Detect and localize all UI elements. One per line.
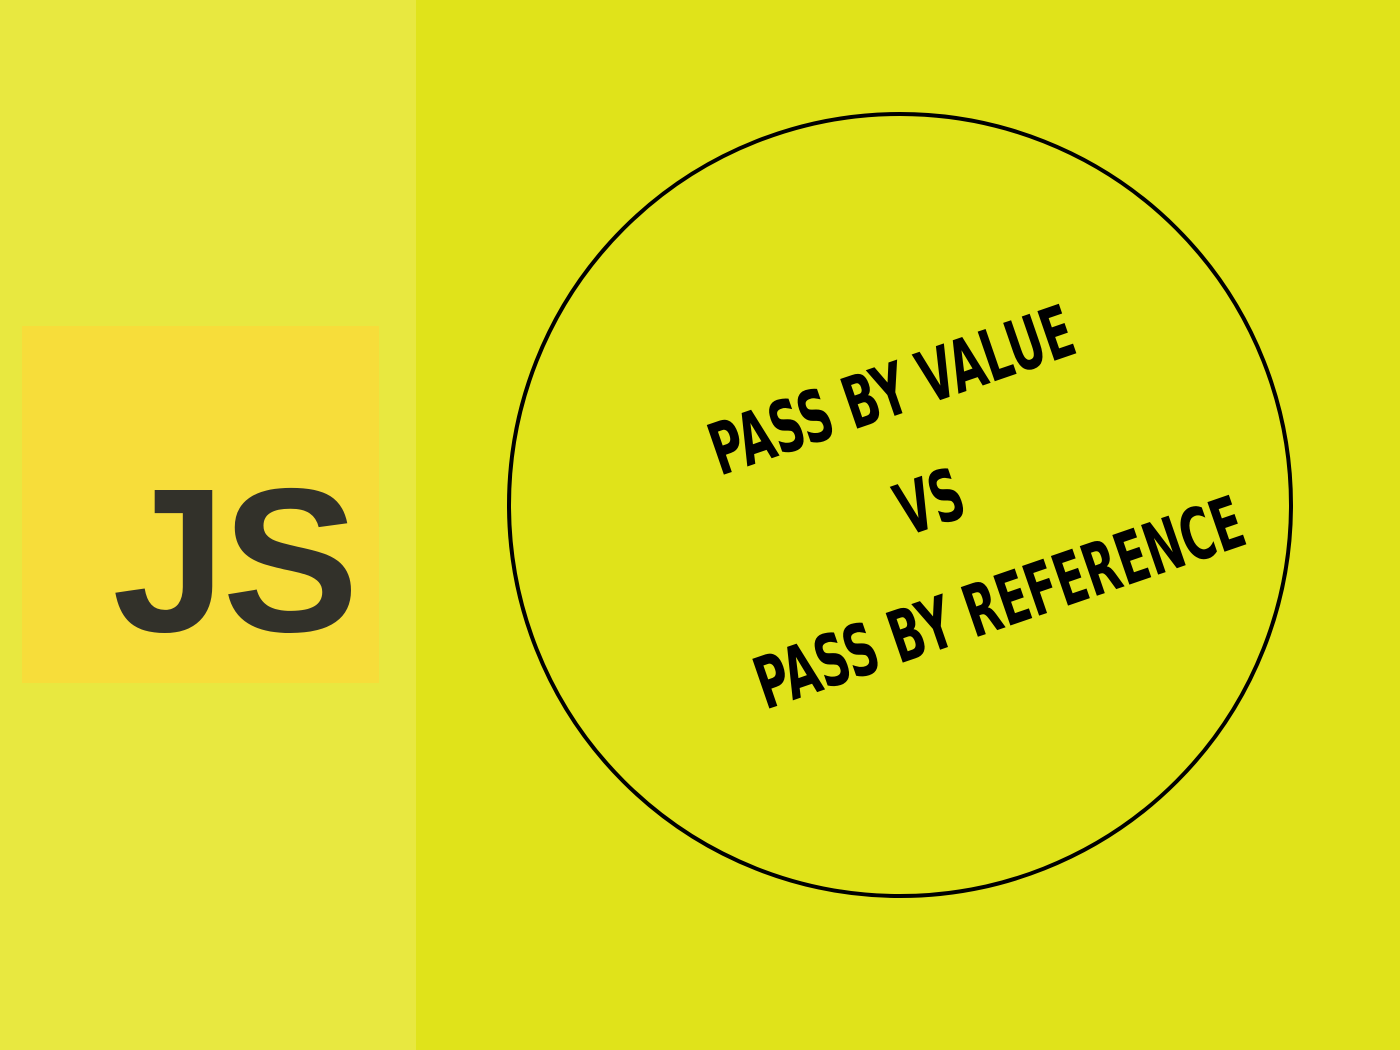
javascript-logo: JS	[22, 326, 379, 683]
logo-text: JS	[112, 446, 359, 675]
